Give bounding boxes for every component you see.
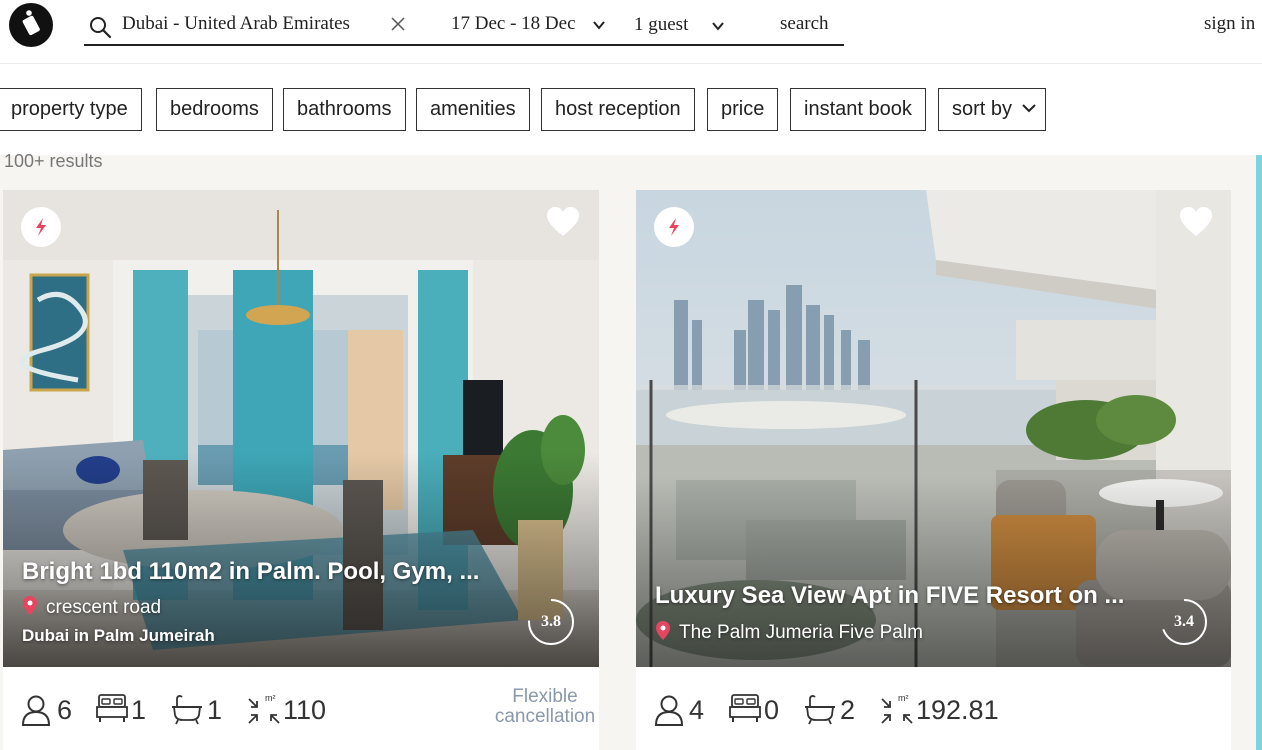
dates-selector[interactable]: 17 Dec - 18 Dec	[451, 13, 576, 35]
chevron-down-icon	[1021, 104, 1036, 113]
location-pin-icon	[656, 620, 670, 640]
guests-icon	[654, 695, 684, 726]
listing-area: Dubai in Palm Jumeirah	[22, 626, 215, 645]
listing-title[interactable]: Luxury Sea View Apt in FIVE Resort on ..…	[655, 582, 1124, 610]
bathrooms-count: 2	[840, 695, 856, 725]
search-bar: Dubai - United Arab Emirates 17 Dec - 18…	[84, 8, 844, 46]
clear-icon[interactable]	[390, 16, 406, 32]
listing-specs: 6 1 1 m² 110 Flexible cancellation	[3, 667, 599, 750]
rating-badge: 3.8	[527, 598, 575, 646]
filter-host-reception[interactable]: host reception	[541, 88, 695, 131]
sign-in-link[interactable]: sign in	[1204, 13, 1255, 35]
bedrooms-count: 1	[131, 695, 147, 725]
sort-by-button[interactable]: sort by	[938, 88, 1046, 131]
location-pin-icon	[23, 595, 37, 615]
listing-card[interactable]: Bright 1bd 110m2 in Palm. Pool, Gym, ...…	[3, 190, 599, 750]
listing-photo[interactable]: Bright 1bd 110m2 in Palm. Pool, Gym, ...…	[3, 190, 599, 667]
svg-text:m²: m²	[898, 693, 909, 703]
scrollbar[interactable]	[1256, 155, 1262, 750]
listing-street-text: crescent road	[46, 597, 162, 618]
bathtub-icon	[805, 695, 835, 725]
results-count: 100+ results	[4, 151, 103, 171]
heart-icon[interactable]	[1179, 206, 1213, 238]
search-icon[interactable]	[88, 15, 112, 39]
rating-value: 3.8	[541, 613, 561, 630]
chevron-down-icon[interactable]	[592, 18, 606, 32]
svg-text:m²: m²	[265, 693, 276, 703]
listing-card[interactable]: Luxury Sea View Apt in FIVE Resort on ..…	[636, 190, 1231, 750]
bedrooms-count: 0	[764, 695, 780, 725]
filter-amenities[interactable]: amenities	[416, 88, 530, 131]
chevron-down-icon[interactable]	[711, 19, 725, 33]
filter-bathrooms[interactable]: bathrooms	[283, 88, 406, 131]
guests-selector[interactable]: 1 guest	[634, 14, 688, 36]
heart-icon[interactable]	[546, 206, 580, 238]
guests-count: 6	[57, 695, 73, 725]
listing-title[interactable]: Bright 1bd 110m2 in Palm. Pool, Gym, ...	[22, 558, 479, 586]
area-icon: m²	[248, 693, 280, 724]
filter-property-type[interactable]: property type	[0, 88, 142, 131]
search-button[interactable]: search	[780, 13, 829, 35]
sort-by-label: sort by	[952, 98, 1013, 120]
area-icon: m²	[881, 693, 913, 724]
logo-icon[interactable]	[9, 3, 53, 47]
bathtub-icon	[172, 695, 202, 725]
guests-icon	[21, 695, 51, 726]
guests-count: 4	[689, 695, 705, 725]
top-header: Dubai - United Arab Emirates 17 Dec - 18…	[0, 0, 1262, 64]
filter-bedrooms[interactable]: bedrooms	[156, 88, 273, 131]
filter-price[interactable]: price	[707, 88, 779, 131]
listing-specs: 4 0 2 m² 192.81	[636, 667, 1231, 750]
location-input[interactable]: Dubai - United Arab Emirates	[122, 13, 350, 35]
bed-icon	[96, 694, 128, 722]
flash-icon	[36, 218, 46, 236]
listing-photo[interactable]: Luxury Sea View Apt in FIVE Resort on ..…	[636, 190, 1231, 667]
bed-icon	[729, 694, 761, 722]
size-value: 110	[283, 695, 327, 725]
listing-street-text: The Palm Jumeria Five Palm	[679, 622, 923, 643]
filter-instant-book[interactable]: instant book	[790, 88, 926, 131]
listing-street: The Palm Jumeria Five Palm	[655, 620, 923, 644]
cancellation-policy: Flexible cancellation	[494, 686, 596, 727]
flash-icon	[669, 218, 679, 236]
instant-book-badge	[654, 207, 694, 247]
instant-book-badge	[21, 207, 61, 247]
size-value: 192.81	[916, 695, 999, 725]
rating-badge: 3.4	[1160, 598, 1208, 646]
rating-value: 3.4	[1174, 613, 1194, 630]
bathrooms-count: 1	[207, 695, 223, 725]
listing-street: crescent road	[22, 595, 162, 619]
